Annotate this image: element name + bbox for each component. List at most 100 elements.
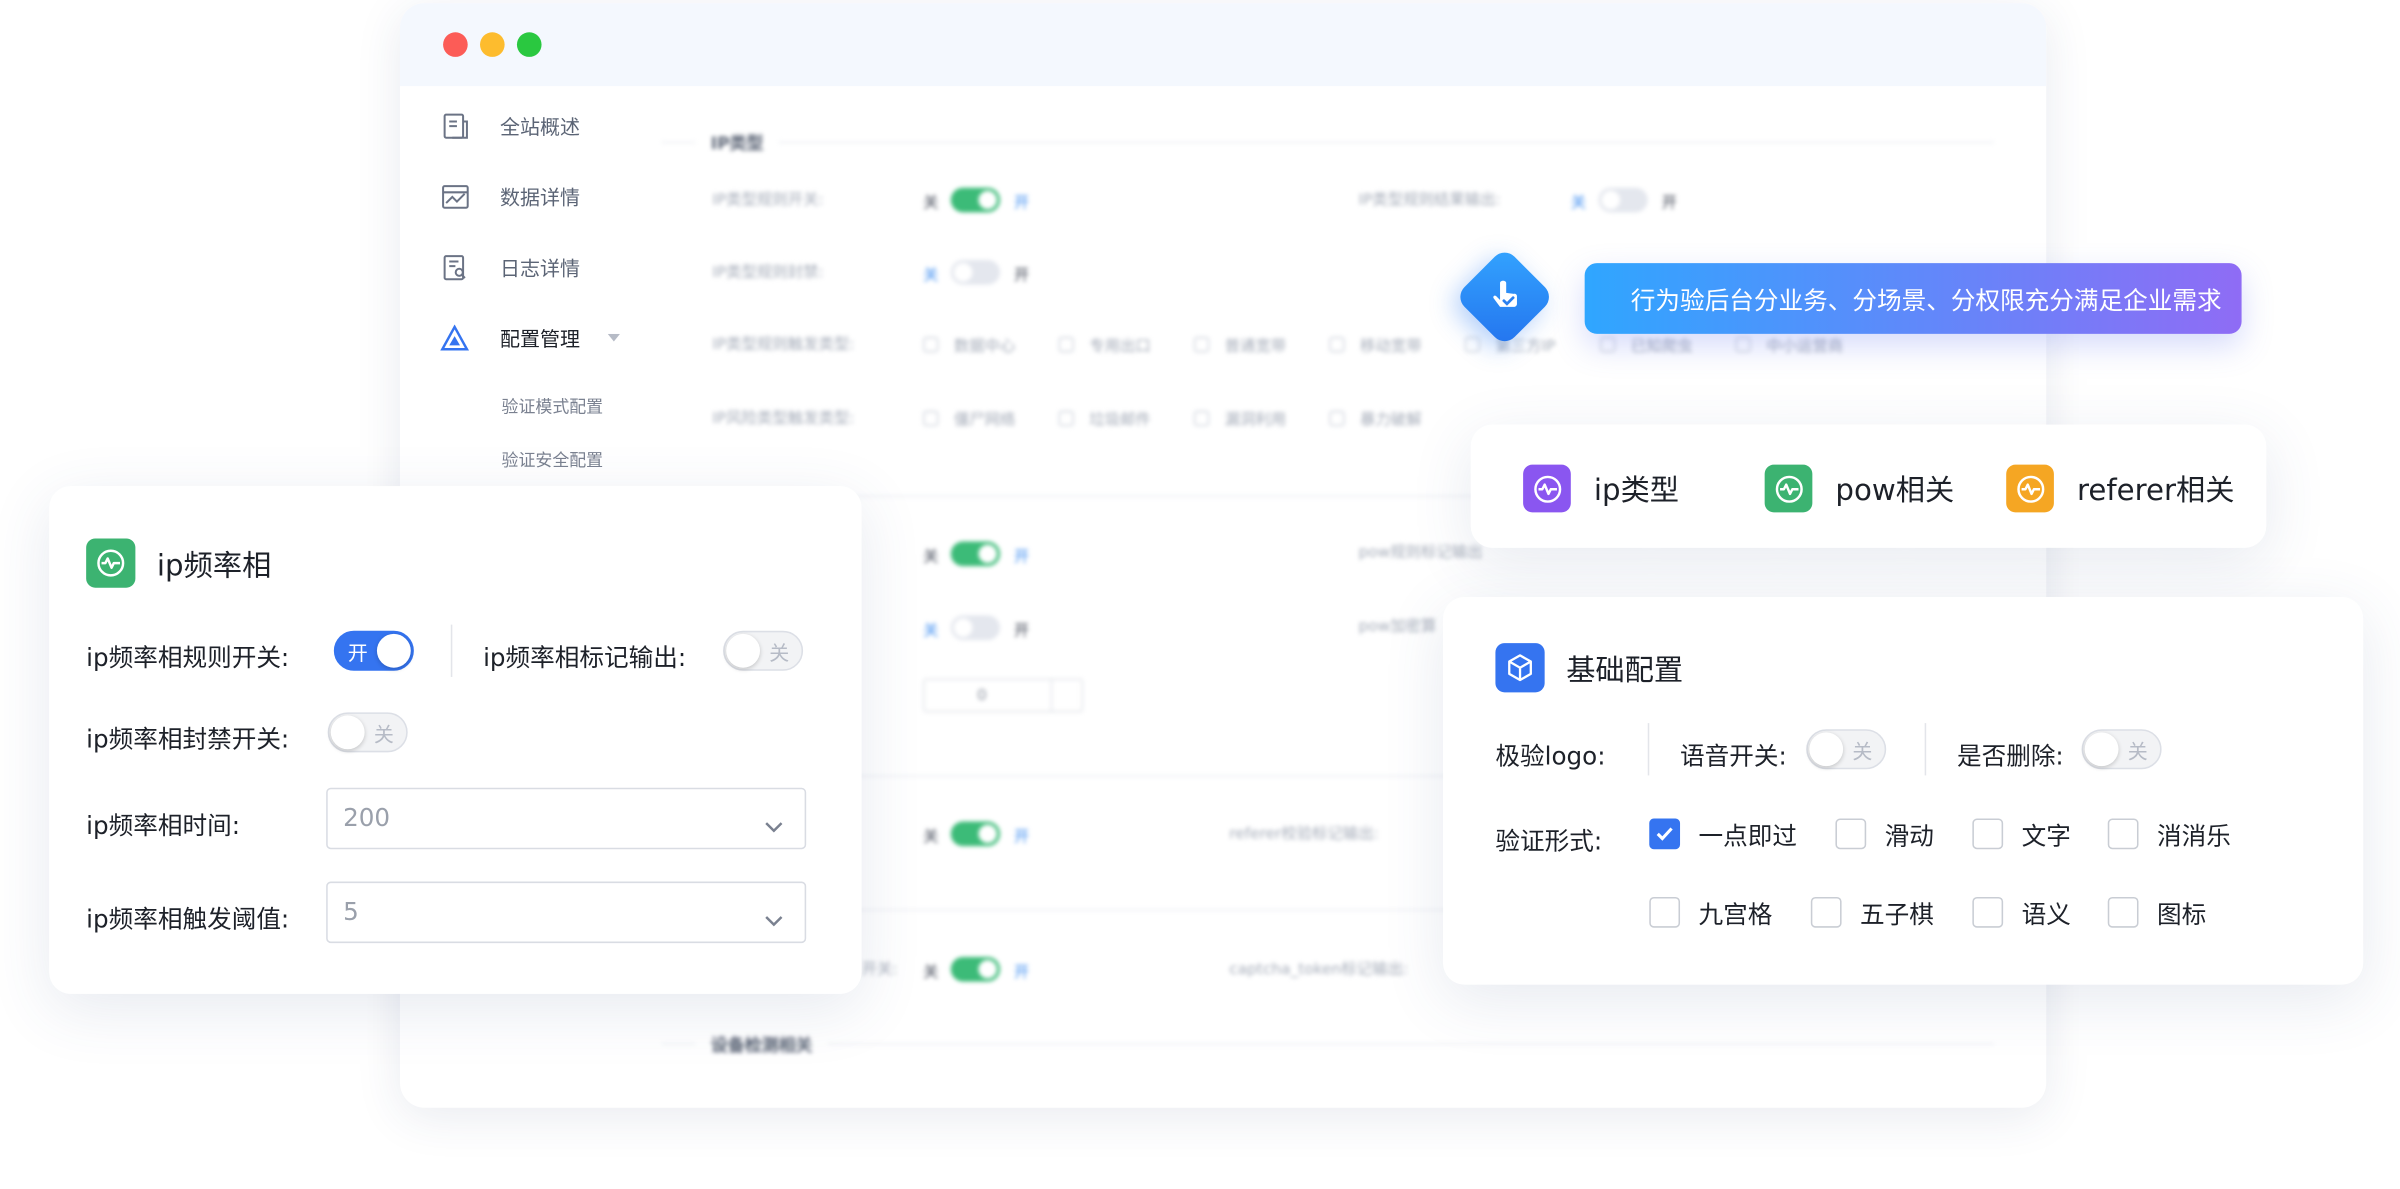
checkbox[interactable]: 普通宽带 bbox=[1193, 332, 1286, 355]
toggle-text: 关 bbox=[769, 643, 790, 667]
voice-toggle[interactable]: 关 bbox=[1806, 729, 1887, 770]
toggle-label-off: 关 bbox=[923, 549, 939, 567]
number-stepper[interactable]: 0 bbox=[923, 678, 1084, 713]
checkbox[interactable]: 已知爬虫 bbox=[1600, 332, 1692, 355]
section-title-device: 设备检测相关 bbox=[695, 1032, 828, 1057]
checkbox-label: 图标 bbox=[2156, 900, 2207, 930]
checkbox-label: 文字 bbox=[2021, 821, 2071, 851]
waveform-icon bbox=[1523, 464, 1571, 513]
pow-ban-toggle[interactable] bbox=[950, 615, 1001, 641]
checkbox-label: 五子棋 bbox=[1860, 900, 1934, 930]
tag-ip-type[interactable]: ip类型 bbox=[1523, 464, 1680, 513]
card-title: ip频率相 bbox=[86, 538, 272, 588]
tag-label: ip类型 bbox=[1593, 473, 1680, 508]
sidebar-subitem-verify-security[interactable]: 验证安全配置 bbox=[502, 448, 604, 473]
card-title-text: 基础配置 bbox=[1566, 653, 1684, 687]
check-icon bbox=[1649, 818, 1681, 850]
tag-referer[interactable]: referer相关 bbox=[2006, 464, 2235, 513]
toggle-label-on: 开 bbox=[1013, 964, 1030, 982]
time-select[interactable]: 200 bbox=[326, 787, 807, 850]
checkbox-match[interactable]: 消消乐 bbox=[2107, 815, 2231, 852]
minimize-window-button[interactable] bbox=[480, 32, 505, 57]
rule-switch-toggle[interactable]: 开 bbox=[333, 630, 414, 671]
checkbox[interactable]: 专用出口 bbox=[1058, 332, 1151, 355]
divider bbox=[1647, 723, 1650, 776]
threshold-label: ip频率相触发阈值: bbox=[86, 904, 290, 934]
checkbox[interactable]: 数据中心 bbox=[923, 332, 1015, 355]
toggle-label-on: 开 bbox=[1013, 267, 1030, 285]
chevron-down-icon bbox=[765, 905, 783, 934]
checkbox[interactable]: 垃圾邮件 bbox=[1058, 406, 1151, 429]
checkbox[interactable]: 漏洞利用 bbox=[1193, 406, 1286, 429]
threshold-select[interactable]: 5 bbox=[326, 881, 807, 944]
document-icon bbox=[440, 111, 469, 140]
sidebar-item-config[interactable]: 配置管理 bbox=[440, 323, 621, 353]
delete-toggle[interactable]: 关 bbox=[2081, 729, 2162, 770]
captcha-rule-toggle[interactable] bbox=[950, 956, 1001, 982]
logo-label: 极验logo: bbox=[1495, 741, 1606, 771]
checkbox-icon[interactable]: 图标 bbox=[2107, 894, 2207, 931]
sidebar-item-data[interactable]: 数据详情 bbox=[440, 182, 580, 211]
close-window-button[interactable] bbox=[443, 32, 468, 57]
mark-output-toggle[interactable]: 关 bbox=[723, 630, 804, 671]
sidebar-item-label: 数据详情 bbox=[500, 187, 581, 211]
log-search-icon bbox=[440, 252, 469, 281]
ban-switch-toggle[interactable]: 关 bbox=[327, 712, 408, 753]
field-label: pow规则标记输出 bbox=[1358, 544, 1483, 562]
divider bbox=[450, 624, 453, 677]
sidebar-item-label: 配置管理 bbox=[500, 329, 581, 353]
sidebar-item-label: 全站概述 bbox=[500, 116, 581, 141]
toggle-text: 关 bbox=[1852, 741, 1873, 765]
toggle-text: 开 bbox=[347, 643, 368, 667]
card-title-text: ip频率相 bbox=[156, 548, 272, 583]
toggle-label-on: 开 bbox=[1013, 195, 1030, 213]
sidebar-item-logs[interactable]: 日志详情 bbox=[440, 252, 580, 282]
checkbox-gomoku[interactable]: 五子棋 bbox=[1810, 894, 1934, 931]
basic-config-card: 基础配置 极验logo: 语音开关: 关 是否删除: 关 验证形式: 一点即过 … bbox=[1443, 596, 2364, 985]
stepper-value: 0 bbox=[976, 687, 987, 705]
tag-pow[interactable]: pow相关 bbox=[1764, 464, 1955, 513]
ip-output-toggle[interactable] bbox=[1598, 187, 1648, 213]
rule-switch-label: ip频率相规则开关: bbox=[86, 643, 290, 673]
checkbox-semantic[interactable]: 语义 bbox=[1972, 894, 2071, 931]
verify-form-label: 验证形式: bbox=[1495, 826, 1603, 856]
toggle-label-off: 关 bbox=[923, 623, 939, 641]
toggle-label-off: 关 bbox=[923, 829, 939, 847]
checkbox[interactable]: 僵尸网络 bbox=[923, 406, 1015, 429]
checkbox-text[interactable]: 文字 bbox=[1972, 815, 2071, 852]
chevron-down-icon bbox=[607, 326, 621, 349]
field-label: captcha_token标记输出: bbox=[1229, 961, 1409, 979]
checkbox-one-click[interactable]: 一点即过 bbox=[1649, 815, 1797, 852]
sidebar-subitem-verify-mode[interactable]: 验证模式配置 bbox=[502, 394, 604, 419]
checkbox-label: 消消乐 bbox=[2156, 821, 2231, 851]
referer-rule-toggle[interactable] bbox=[950, 821, 1001, 847]
stepper-arrows[interactable] bbox=[1050, 680, 1082, 711]
ban-switch-label: ip频率相封禁开关: bbox=[86, 724, 290, 754]
waveform-icon bbox=[86, 538, 136, 588]
field-label: pow加密算 bbox=[1358, 618, 1437, 636]
chart-image-icon bbox=[440, 182, 469, 211]
toggle-text: 关 bbox=[373, 724, 394, 748]
section-title-ip: IP类型 bbox=[695, 130, 779, 156]
checkbox[interactable]: 移动宽带 bbox=[1329, 332, 1422, 355]
voice-label: 语音开关: bbox=[1680, 741, 1787, 771]
tag-label: referer相关 bbox=[2076, 473, 2235, 508]
ip-ban-toggle[interactable] bbox=[950, 260, 1001, 285]
tag-label: pow相关 bbox=[1835, 473, 1955, 508]
pow-rule-toggle[interactable] bbox=[950, 541, 1001, 567]
maximize-window-button[interactable] bbox=[516, 32, 542, 57]
field-label: IP类型规则开关: bbox=[712, 192, 824, 210]
select-value: 200 bbox=[343, 803, 391, 833]
toggle-label-on: 开 bbox=[1013, 623, 1030, 641]
checkbox[interactable]: 中小运营商 bbox=[1735, 332, 1843, 355]
ip-rule-toggle[interactable] bbox=[950, 187, 1001, 213]
sidebar-item-overview[interactable]: 全站概述 bbox=[440, 111, 580, 140]
checkbox[interactable]: 暴力破解 bbox=[1329, 406, 1422, 429]
toggle-label-off: 关 bbox=[923, 267, 939, 285]
toggle-label-on: 开 bbox=[1013, 549, 1030, 567]
select-value: 5 bbox=[343, 896, 359, 927]
checkbox-slide[interactable]: 滑动 bbox=[1835, 815, 1934, 852]
waveform-icon bbox=[2006, 464, 2054, 513]
checkbox-nine-grid[interactable]: 九宫格 bbox=[1649, 894, 1772, 931]
field-label: referer校验标记输出: bbox=[1229, 826, 1379, 844]
